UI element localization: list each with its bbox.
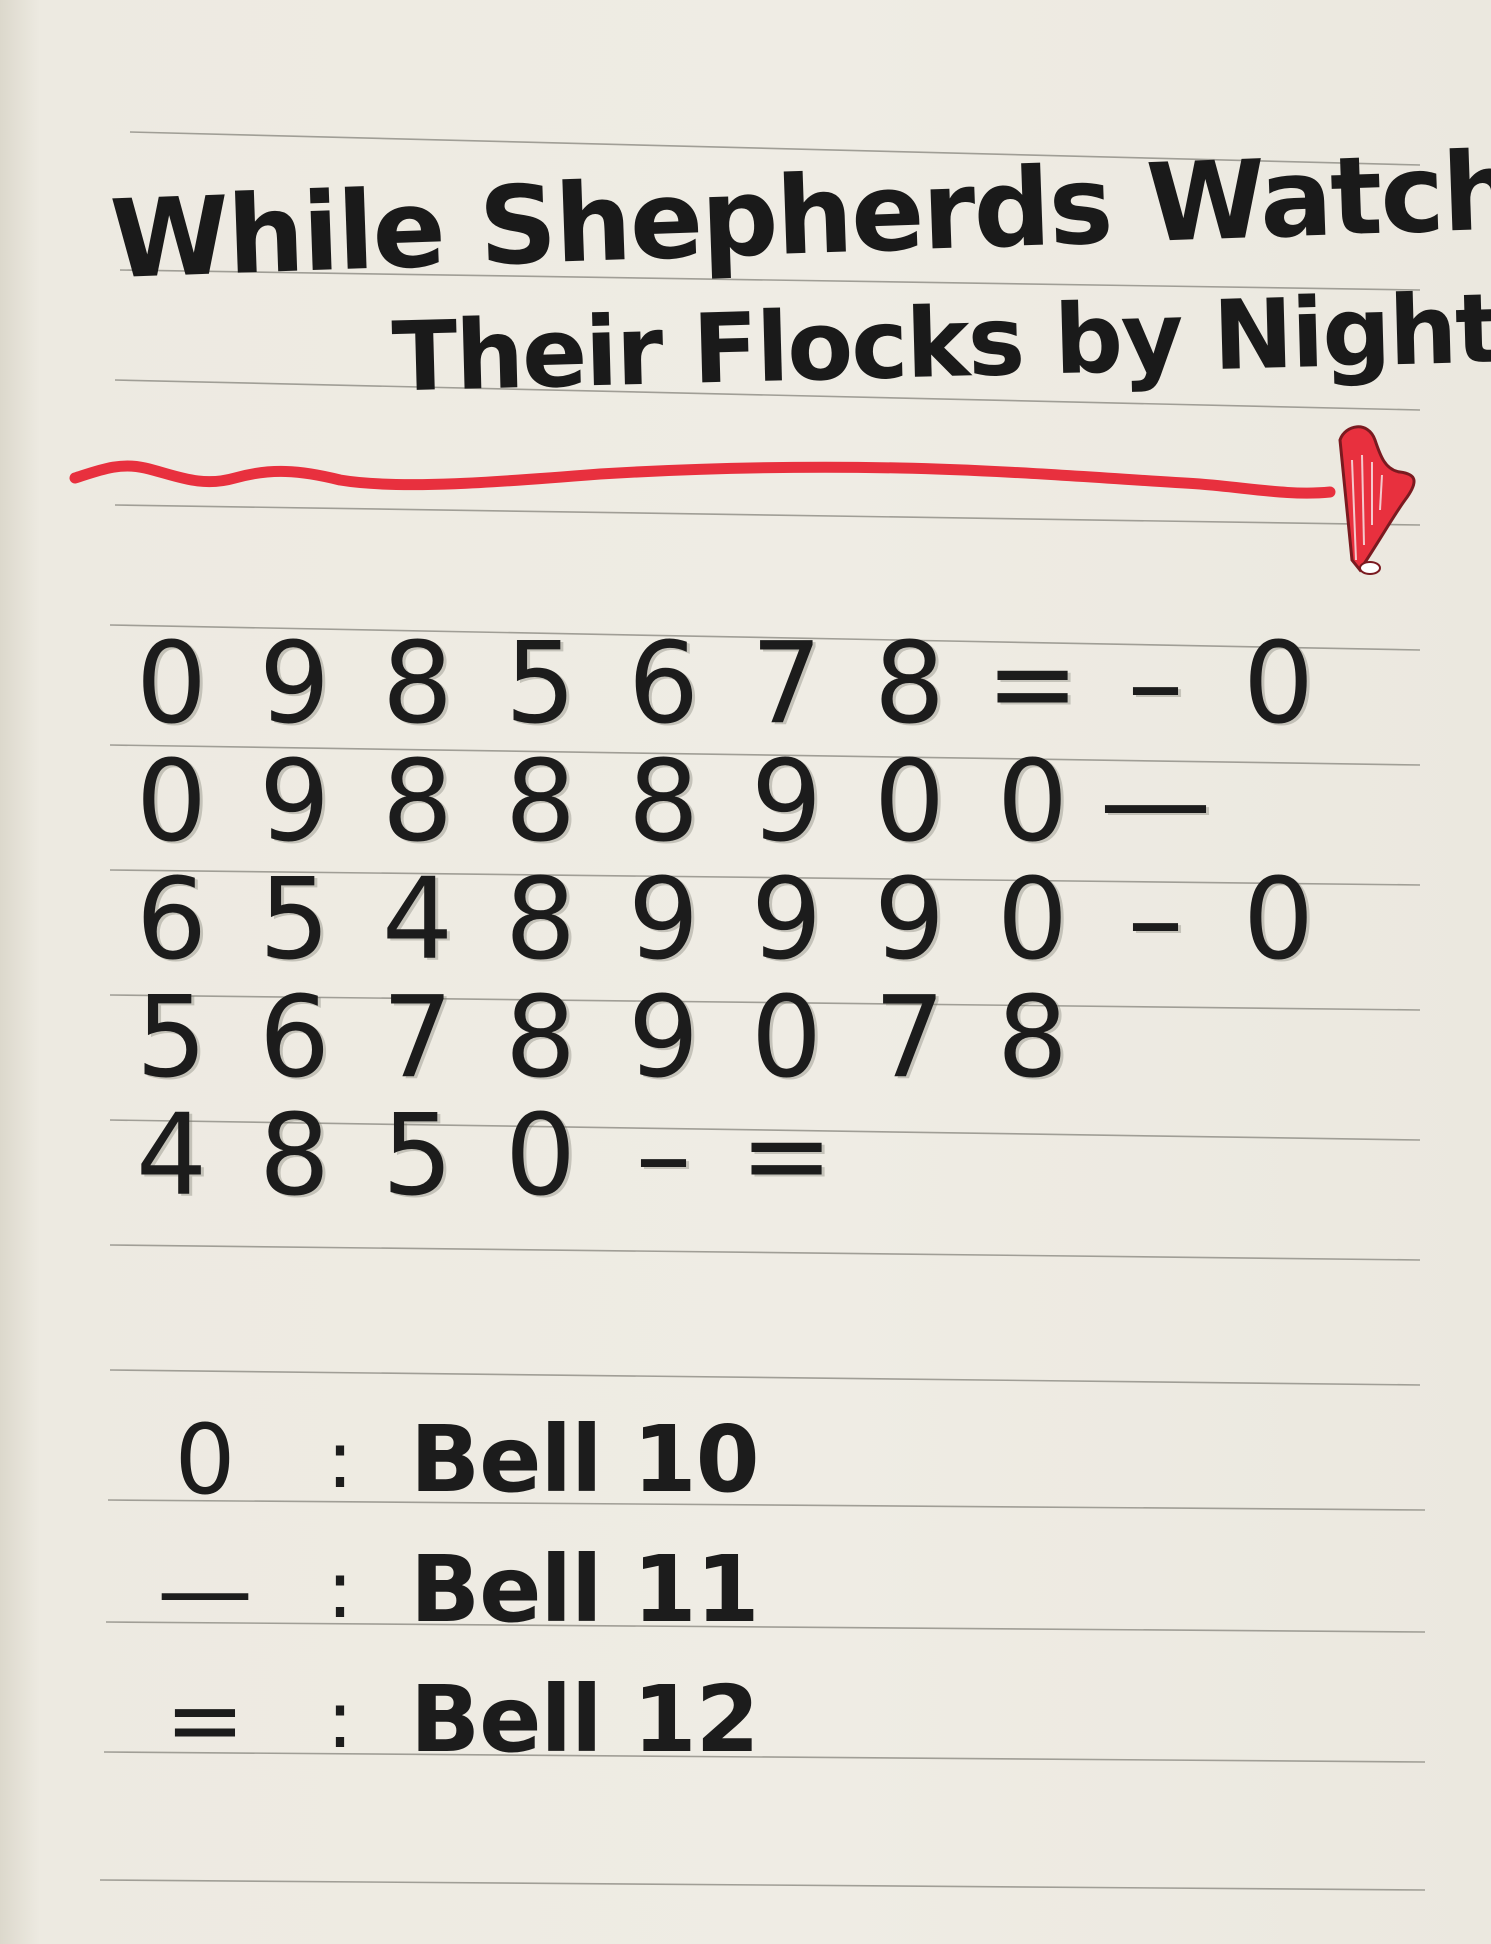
notation-cell: 7 <box>750 619 823 749</box>
legend-symbol: 0 <box>174 1404 236 1516</box>
notation-cell: 7 <box>381 973 454 1103</box>
notation-cell: – <box>1127 619 1184 749</box>
notation-cell: 0 <box>750 973 823 1103</box>
notation-cell: 9 <box>750 737 823 867</box>
notation-cell: 9 <box>258 737 331 867</box>
notation-cell: 8 <box>504 737 577 867</box>
title-line-2: Their Flocks by Night <box>390 272 1491 414</box>
notation-cell: 4 <box>381 855 454 985</box>
notation-row: 4 8 5 0– = <box>110 1094 1340 1212</box>
notation-cell: 9 <box>258 619 331 749</box>
legend-row: = : Bell 12 <box>140 1655 760 1785</box>
legend-label: Bell 12 <box>410 1666 760 1773</box>
legend-symbol: — <box>157 1534 253 1646</box>
notation-cell: 6 <box>627 619 700 749</box>
legend: 0 : Bell 10 — : Bell 11 = : Bell 12 <box>140 1395 760 1785</box>
notation-cell: 5 <box>381 1091 454 1221</box>
notation-cell: – <box>635 1091 692 1221</box>
notation-cell: 9 <box>627 855 700 985</box>
notation-cell: 8 <box>873 619 946 749</box>
notation-cell: 0 <box>996 855 1069 985</box>
legend-separator: : <box>326 1413 354 1506</box>
notation-cell: 9 <box>627 973 700 1103</box>
notation-cell: 6 <box>135 855 208 985</box>
notation-cell: 8 <box>627 737 700 867</box>
notation-cell: 0 <box>1242 619 1315 749</box>
notation-row: 56789078 <box>110 976 1340 1094</box>
notation-cell: 5 <box>504 619 577 749</box>
notation-cell: 8 <box>504 855 577 985</box>
notation-cell: 0 <box>504 1091 577 1221</box>
notation-cell: 0 <box>135 619 208 749</box>
notation-cell: = <box>985 619 1080 749</box>
notation-cell: 0 <box>1242 855 1315 985</box>
notation-cell: 4 <box>135 1091 208 1221</box>
notation-cell: 0 <box>996 737 1069 867</box>
notation-row: 6 5 4 8 9 9 9 0–0 <box>110 858 1340 976</box>
notation-cell: 0 <box>135 737 208 867</box>
notation-cell: 5 <box>258 855 331 985</box>
legend-separator: : <box>326 1543 354 1636</box>
legend-row: — : Bell 11 <box>140 1525 760 1655</box>
legend-row: 0 : Bell 10 <box>140 1395 759 1525</box>
notation-cell: 5 <box>135 973 208 1103</box>
notation-cell: 8 <box>996 973 1069 1103</box>
notation-cell: 9 <box>873 855 946 985</box>
notation-cell: 6 <box>258 973 331 1103</box>
notation-cell: 8 <box>258 1091 331 1221</box>
notation-row: 0 9 8 8 8 9 0 0— <box>110 740 1340 858</box>
notation-row: 0 9 8 5 6 7 8 = –0 <box>110 622 1340 740</box>
notation-cell: 8 <box>504 973 577 1103</box>
notebook-page: While Shepherds Watched Their Flocks by … <box>0 0 1491 1944</box>
notation-cell: 8 <box>381 619 454 749</box>
notation-cell: — <box>1099 737 1212 867</box>
legend-symbol: = <box>164 1664 246 1776</box>
notation-cell: 0 <box>873 737 946 867</box>
legend-label: Bell 10 <box>410 1406 760 1513</box>
notation-cell: 7 <box>873 973 946 1103</box>
notation-cell: – <box>1127 855 1184 985</box>
notation-cell: 8 <box>381 737 454 867</box>
notation-grid: 0 9 8 5 6 7 8 = –0 0 9 8 8 8 9 0 0—6 5 4 8 9 9 9 0–0 5 6 7 8 9 0 7 8 4 8 5… <box>110 622 1340 1212</box>
notation-cell: = <box>739 1091 834 1221</box>
legend-label: Bell 11 <box>410 1536 760 1643</box>
legend-separator: : <box>326 1673 354 1766</box>
notation-cell: 9 <box>750 855 823 985</box>
